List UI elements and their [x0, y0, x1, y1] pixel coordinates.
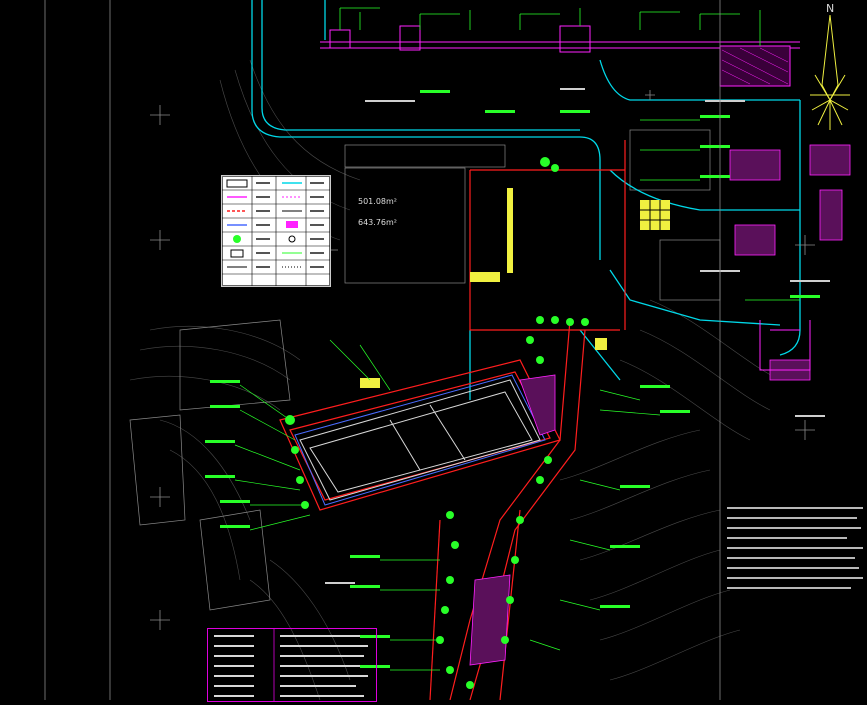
- existing-buildings: [129, 129, 721, 611]
- design-notes-lines: [727, 507, 863, 589]
- compass-star-icon: [810, 14, 850, 130]
- spec-notes-lines: [214, 629, 368, 701]
- area-value-2: 643.76m²: [358, 218, 397, 227]
- north-label: N: [826, 2, 834, 15]
- top-utility-strip: [320, 25, 800, 87]
- site-boundary: [279, 140, 626, 700]
- area-value-1: 501.08m²: [358, 197, 397, 206]
- yellow-buildings: [360, 188, 670, 388]
- design-notes: [727, 505, 865, 609]
- legend-table: [221, 175, 331, 287]
- crosshair-icon: [150, 90, 815, 630]
- area-block: 501.08m² 643.76m²: [358, 196, 397, 228]
- legend-rows: [222, 176, 330, 286]
- frame-lines: [44, 0, 721, 700]
- main-building: [299, 379, 541, 501]
- main-building-setback: [294, 374, 546, 506]
- top-leaders: [339, 7, 761, 46]
- spec-notes-box: [207, 628, 377, 702]
